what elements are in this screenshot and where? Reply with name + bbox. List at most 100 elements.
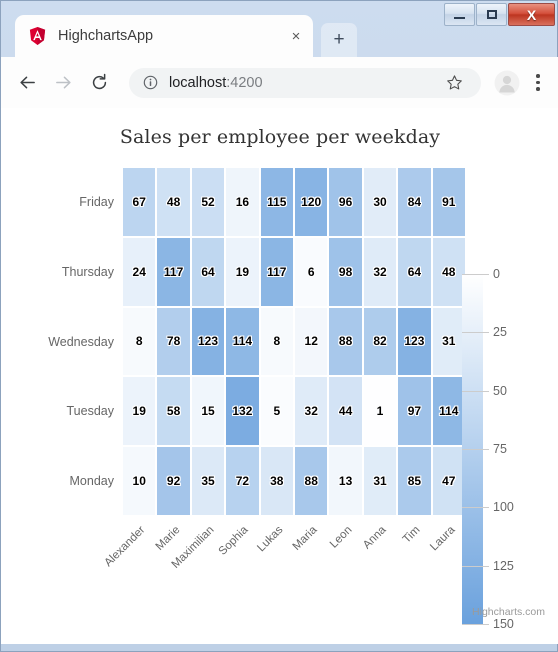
heatmap-cell[interactable]: 97 xyxy=(397,376,431,446)
heatmap-cell[interactable]: 64 xyxy=(191,237,225,307)
heatmap-cell[interactable]: 114 xyxy=(225,307,259,377)
heatmap-cell[interactable]: 91 xyxy=(432,167,466,237)
heatmap-row: 67 48 52 16 115 120 96 30 84 91 xyxy=(122,167,466,237)
heatmap-cell[interactable]: 114 xyxy=(432,376,466,446)
heatmap-cell[interactable]: 120 xyxy=(294,167,328,237)
heatmap-cell[interactable]: 88 xyxy=(294,446,328,516)
new-tab-button[interactable]: + xyxy=(321,23,357,57)
heatmap-cell-value: 38 xyxy=(270,474,284,489)
heatmap-cell-value: 98 xyxy=(338,264,353,279)
heatmap-cell[interactable]: 5 xyxy=(260,376,294,446)
heatmap-cell-value: 35 xyxy=(201,474,215,489)
heatmap-cell[interactable]: 132 xyxy=(225,376,259,446)
heatmap-cell-value: 64 xyxy=(201,264,215,279)
heatmap-cell[interactable]: 85 xyxy=(397,446,431,516)
heatmap-cell-value: 12 xyxy=(304,334,318,349)
star-icon xyxy=(446,75,462,90)
heatmap-cell-value: 88 xyxy=(338,334,353,349)
heatmap-cell-value: 16 xyxy=(235,194,250,209)
heatmap-cell-value: 24 xyxy=(132,264,146,279)
heatmap-cell[interactable]: 115 xyxy=(260,167,294,237)
heatmap-cell-value: 8 xyxy=(273,334,281,349)
heatmap-cell-value: 97 xyxy=(407,404,422,419)
heatmap-cell[interactable]: 8 xyxy=(260,307,294,377)
heatmap-cell[interactable]: 58 xyxy=(156,376,190,446)
highcharts-credit: Highcharts.com xyxy=(472,606,545,618)
heatmap-cell[interactable]: 64 xyxy=(397,237,431,307)
heatmap-cell[interactable]: 117 xyxy=(156,237,190,307)
heatmap-cell[interactable]: 123 xyxy=(191,307,225,377)
address-bar[interactable]: localhost:4200 xyxy=(129,67,481,98)
heatmap-cell[interactable]: 67 xyxy=(122,167,156,237)
heatmap-cell[interactable]: 52 xyxy=(191,167,225,237)
reload-button[interactable] xyxy=(84,68,114,98)
heatmap-cell[interactable]: 38 xyxy=(260,446,294,516)
heatmap-cell[interactable]: 72 xyxy=(225,446,259,516)
heatmap-cell-value: 117 xyxy=(163,264,184,279)
y-axis-label: Wednesday xyxy=(48,334,114,349)
heatmap-cell[interactable]: 19 xyxy=(122,376,156,446)
tab-close-icon[interactable]: × xyxy=(285,25,307,47)
heatmap-cell[interactable]: 1 xyxy=(363,376,397,446)
heatmap-cell[interactable]: 92 xyxy=(156,446,190,516)
heatmap-row: 19 58 15 132 5 32 44 1 97 114 xyxy=(122,376,466,446)
heatmap-cell[interactable]: 44 xyxy=(328,376,362,446)
heatmap-cell-value: 114 xyxy=(232,334,253,349)
browser-toolbar: localhost:4200 xyxy=(1,57,558,108)
heatmap-cell[interactable]: 48 xyxy=(432,237,466,307)
heatmap-cell-value: 58 xyxy=(166,404,181,419)
heatmap-cell-value: 30 xyxy=(373,194,387,209)
heatmap-cell[interactable]: 30 xyxy=(363,167,397,237)
info-icon[interactable] xyxy=(143,75,158,90)
heatmap-cell-value: 8 xyxy=(135,334,143,349)
heatmap-cell[interactable]: 19 xyxy=(225,237,259,307)
heatmap-cell[interactable]: 47 xyxy=(432,446,466,516)
heatmap-cell[interactable]: 15 xyxy=(191,376,225,446)
bookmark-star-icon[interactable] xyxy=(441,70,467,96)
heatmap-cell-value: 82 xyxy=(373,334,387,349)
heatmap-cell-value: 19 xyxy=(132,404,146,419)
heatmap-cell-value: 10 xyxy=(132,474,146,489)
color-axis-tick-label: 25 xyxy=(493,325,507,340)
heatmap-cell-value: 31 xyxy=(373,474,387,489)
browser-menu-button[interactable] xyxy=(525,68,551,98)
profile-avatar-button[interactable] xyxy=(493,69,521,97)
heatmap-cell[interactable]: 12 xyxy=(294,307,328,377)
heatmap-cell[interactable]: 31 xyxy=(432,307,466,377)
y-axis-label: Friday xyxy=(79,194,114,209)
heatmap-cell[interactable]: 6 xyxy=(294,237,328,307)
heatmap-cell[interactable]: 31 xyxy=(363,446,397,516)
color-axis-tick-label: 150 xyxy=(493,617,514,631)
heatmap-cell-value: 96 xyxy=(338,194,353,209)
heatmap-row: 24 117 64 19 117 6 98 32 64 48 xyxy=(122,237,466,307)
heatmap-cell-value: 13 xyxy=(338,474,353,489)
tab-strip: HighchartsApp × + xyxy=(1,15,558,57)
heatmap-cell[interactable]: 10 xyxy=(122,446,156,516)
heatmap-cell[interactable]: 13 xyxy=(328,446,362,516)
page-content: Sales per employee per weekday 67 48 52 16 1… xyxy=(1,108,558,644)
heatmap-cell[interactable]: 82 xyxy=(363,307,397,377)
heatmap-cell[interactable]: 24 xyxy=(122,237,156,307)
url-text: localhost:4200 xyxy=(169,75,435,91)
heatmap-cell-value: 32 xyxy=(304,404,318,419)
heatmap-cell[interactable]: 117 xyxy=(260,237,294,307)
heatmap-cell[interactable]: 88 xyxy=(328,307,362,377)
heatmap-row: 10 92 35 72 38 88 13 31 85 47 xyxy=(122,446,466,516)
back-button[interactable] xyxy=(12,68,42,98)
color-axis-tick xyxy=(462,449,489,450)
color-axis-tick xyxy=(462,332,489,334)
heatmap-cell[interactable]: 32 xyxy=(294,376,328,446)
heatmap-cell[interactable]: 123 xyxy=(397,307,431,377)
heatmap-cell[interactable]: 8 xyxy=(122,307,156,377)
heatmap-cell[interactable]: 35 xyxy=(191,446,225,516)
heatmap-cell[interactable]: 78 xyxy=(156,307,190,377)
heatmap-cell[interactable]: 84 xyxy=(397,167,431,237)
browser-window: X HighchartsApp × + localhost:4200 Sales… xyxy=(0,0,558,652)
heatmap-cell-value: 117 xyxy=(267,264,287,279)
tab-highchartsapp[interactable]: HighchartsApp × xyxy=(15,15,313,57)
heatmap-cell[interactable]: 48 xyxy=(156,167,190,237)
heatmap-cell[interactable]: 32 xyxy=(363,237,397,307)
heatmap-cell[interactable]: 98 xyxy=(328,237,362,307)
heatmap-cell[interactable]: 96 xyxy=(328,167,362,237)
heatmap-cell[interactable]: 16 xyxy=(225,167,259,237)
